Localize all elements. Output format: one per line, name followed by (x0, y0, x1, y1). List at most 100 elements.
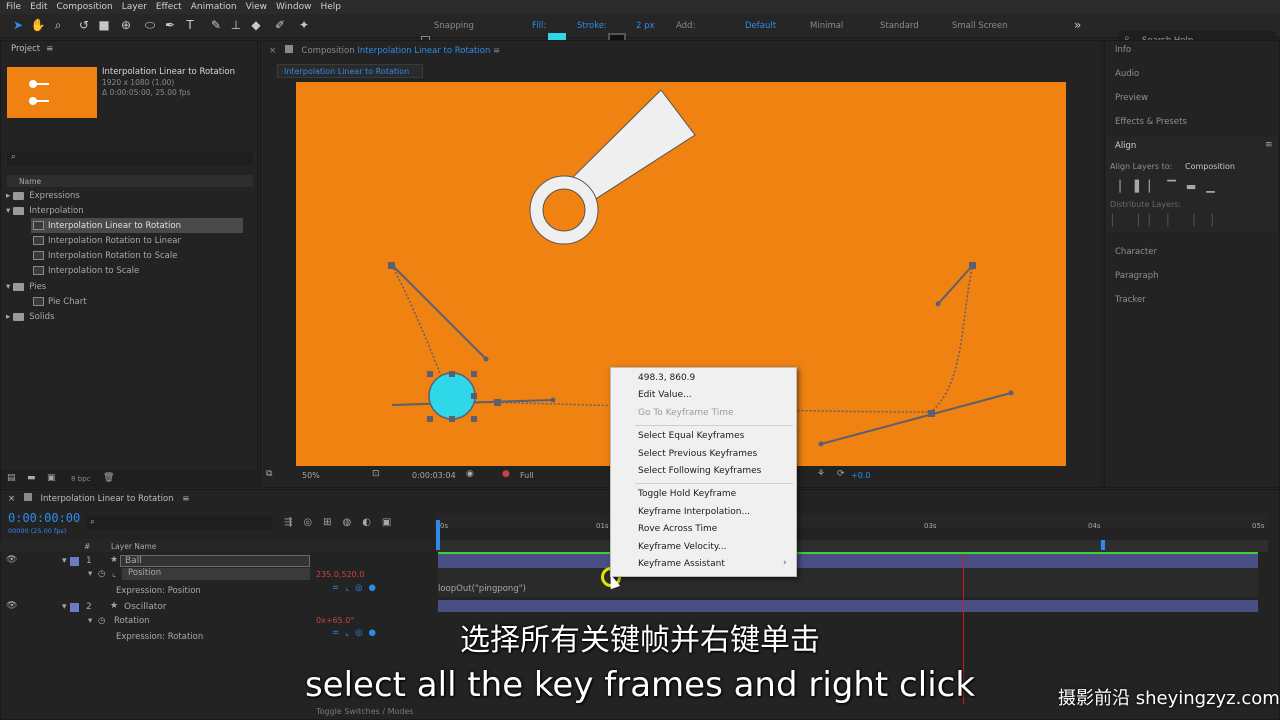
panel-menu-icon[interactable]: ≡ (493, 46, 500, 56)
expand-arrow-icon[interactable]: ▾ (62, 602, 67, 612)
new-folder-icon[interactable]: ▬ (27, 473, 36, 483)
audio-panel-label[interactable]: Audio (1115, 69, 1139, 79)
reset-exposure-icon[interactable]: ⟳ (837, 469, 845, 479)
zoom-dropdown[interactable]: 50% (302, 471, 320, 480)
menu-window[interactable]: Window (276, 2, 312, 12)
type-tool-icon[interactable]: T (182, 17, 198, 33)
menu-keyframe-value[interactable]: 498.3, 860.9 (638, 373, 695, 383)
resolution-dropdown[interactable]: Full (520, 471, 534, 480)
zoom-tool-icon[interactable]: ⌕ (50, 17, 66, 33)
visibility-eye-icon[interactable]: 👁 (6, 601, 17, 611)
paragraph-panel-label[interactable]: Paragraph (1115, 271, 1159, 281)
menu-help[interactable]: Help (320, 2, 341, 12)
comp-timecode[interactable]: 0:00:03:04 (412, 471, 456, 480)
work-area-end-handle[interactable] (1101, 540, 1105, 550)
work-area-bar[interactable] (436, 540, 1268, 552)
path-vertex[interactable] (969, 262, 976, 269)
project-panel-header[interactable]: Project ≡ (1, 41, 257, 57)
stroke-width-value[interactable]: 2 px (636, 21, 655, 31)
panel-menu-icon[interactable]: ≡ (46, 44, 53, 54)
hand-tool-icon[interactable]: ✋ (30, 17, 46, 33)
loopout-expression[interactable]: loopOut("pingpong") (438, 584, 526, 594)
align-buttons[interactable]: ▕▐▏▔▬▁ (1112, 180, 1272, 193)
clone-stamp-tool-icon[interactable]: ⊥ (228, 17, 244, 33)
layer-row-ball[interactable]: 👁 ▾ 1 ★ Ball (0, 554, 432, 568)
project-item-pies[interactable]: ▾ Pies (1, 279, 246, 294)
project-item-interp-rotation-to-linear[interactable]: Interpolation Rotation to Linear (31, 233, 276, 248)
panel-menu-icon[interactable]: ≡ (182, 494, 189, 504)
menu-rove-across-time[interactable]: Rove Across Time (638, 524, 717, 534)
position-property[interactable]: Position (122, 568, 310, 580)
timeline-switches-toolbar[interactable]: ⇶◎⊞◍◐▣ (284, 517, 424, 529)
bounding-box-handle[interactable] (449, 416, 455, 422)
ellipse-tool-icon[interactable]: ⬭ (142, 17, 158, 33)
workspace-small-screen[interactable]: Small Screen (952, 21, 1008, 31)
panel-menu-icon[interactable]: ≡ (1265, 140, 1273, 150)
menu-keyframe-velocity[interactable]: Keyframe Velocity... (638, 542, 726, 552)
menu-layer[interactable]: Layer (122, 2, 147, 12)
project-search-input[interactable]: ⌕ (7, 152, 253, 165)
layer-label-color[interactable] (70, 603, 79, 612)
menu-composition[interactable]: Composition (57, 2, 113, 12)
align-target-dropdown[interactable]: Composition (1185, 162, 1235, 171)
snapshot-icon[interactable]: ◉ (466, 469, 474, 479)
expression-controls[interactable]: =⌞◎● (332, 583, 382, 593)
bounding-box-handle[interactable] (449, 371, 455, 377)
bounding-box-handle[interactable] (471, 416, 477, 422)
layer-name[interactable]: Oscillator (124, 602, 166, 612)
ball-layer[interactable] (428, 372, 476, 420)
workspace-overflow-icon[interactable]: » (1074, 18, 1081, 32)
distribute-buttons[interactable]: ▏▕▏▏▕▕ (1112, 214, 1272, 227)
trash-icon[interactable]: 🗑 (103, 473, 114, 483)
layer-name-column[interactable]: Layer Name (111, 542, 156, 551)
position-value[interactable]: 235.0,520.0 (316, 570, 364, 579)
toggle-switches-modes[interactable]: Toggle Switches / Modes (316, 707, 414, 716)
eraser-tool-icon[interactable]: ◆ (248, 17, 264, 33)
composition-panel-header[interactable]: × Composition Interpolation Linear to Ro… (269, 45, 500, 56)
project-item-interpolation[interactable]: ▾ Interpolation (1, 203, 246, 218)
menu-select-equal-keyframes[interactable]: Select Equal Keyframes (638, 431, 744, 441)
interpret-footage-icon[interactable]: ▤ (7, 473, 16, 483)
time-ruler[interactable]: 0s 01s 03s 04s 05s (434, 514, 1268, 530)
align-panel-title[interactable]: Align (1115, 141, 1136, 151)
menu-select-previous-keyframes[interactable]: Select Previous Keyframes (638, 449, 757, 459)
oscillator-layer-bar[interactable] (438, 600, 1258, 612)
project-item-interp-to-scale[interactable]: Interpolation to Scale (31, 263, 276, 278)
current-time-indicator[interactable] (436, 520, 440, 550)
new-composition-icon[interactable]: ▣ (47, 473, 56, 483)
bounding-box-handle[interactable] (427, 416, 433, 422)
lock-icon[interactable] (284, 45, 293, 53)
color-channels-icon[interactable]: ● (502, 469, 510, 479)
handle-dot[interactable] (550, 397, 556, 403)
bounding-box-handle[interactable] (471, 393, 477, 399)
layer-label-color[interactable] (70, 557, 79, 566)
handle-dot[interactable] (1008, 390, 1014, 396)
tracker-panel-label[interactable]: Tracker (1115, 295, 1146, 305)
expand-arrow-icon[interactable]: ▾ (62, 556, 67, 566)
fill-label[interactable]: Fill: (532, 21, 546, 31)
expand-arrow-icon[interactable]: ▾ (88, 569, 92, 579)
effects-presets-panel-label[interactable]: Effects & Presets (1115, 117, 1187, 127)
close-icon[interactable]: × (8, 494, 15, 504)
path-vertex[interactable] (494, 399, 501, 406)
add-label[interactable]: Add: (676, 21, 695, 31)
menu-effect[interactable]: Effect (156, 2, 182, 12)
timeline-search-input[interactable]: ⌕ (86, 516, 272, 530)
menu-animation[interactable]: Animation (191, 2, 237, 12)
bounding-box-handle[interactable] (427, 371, 433, 377)
project-item-interp-rotation-to-scale[interactable]: Interpolation Rotation to Scale (31, 248, 276, 263)
workspace-default[interactable]: Default (745, 21, 776, 31)
brush-tool-icon[interactable]: ✎ (208, 17, 224, 33)
path-vertex[interactable] (388, 262, 395, 269)
pan-behind-tool-icon[interactable]: ⊕ (118, 17, 134, 33)
preview-options-icon[interactable]: ⧉ (266, 469, 272, 479)
exposure-value[interactable]: +0.0 (851, 471, 870, 480)
menu-edit-value[interactable]: Edit Value... (638, 390, 692, 400)
stopwatch-icon[interactable]: ◷ (98, 569, 105, 579)
selection-tool-icon[interactable]: ➤ (10, 17, 26, 33)
rotate-tool-icon[interactable]: ↺ (76, 17, 92, 33)
menu-view[interactable]: View (246, 2, 267, 12)
handle-dot[interactable] (483, 356, 489, 362)
info-panel-label[interactable]: Info (1115, 45, 1131, 55)
graph-icon[interactable]: ⌞ (112, 569, 116, 579)
